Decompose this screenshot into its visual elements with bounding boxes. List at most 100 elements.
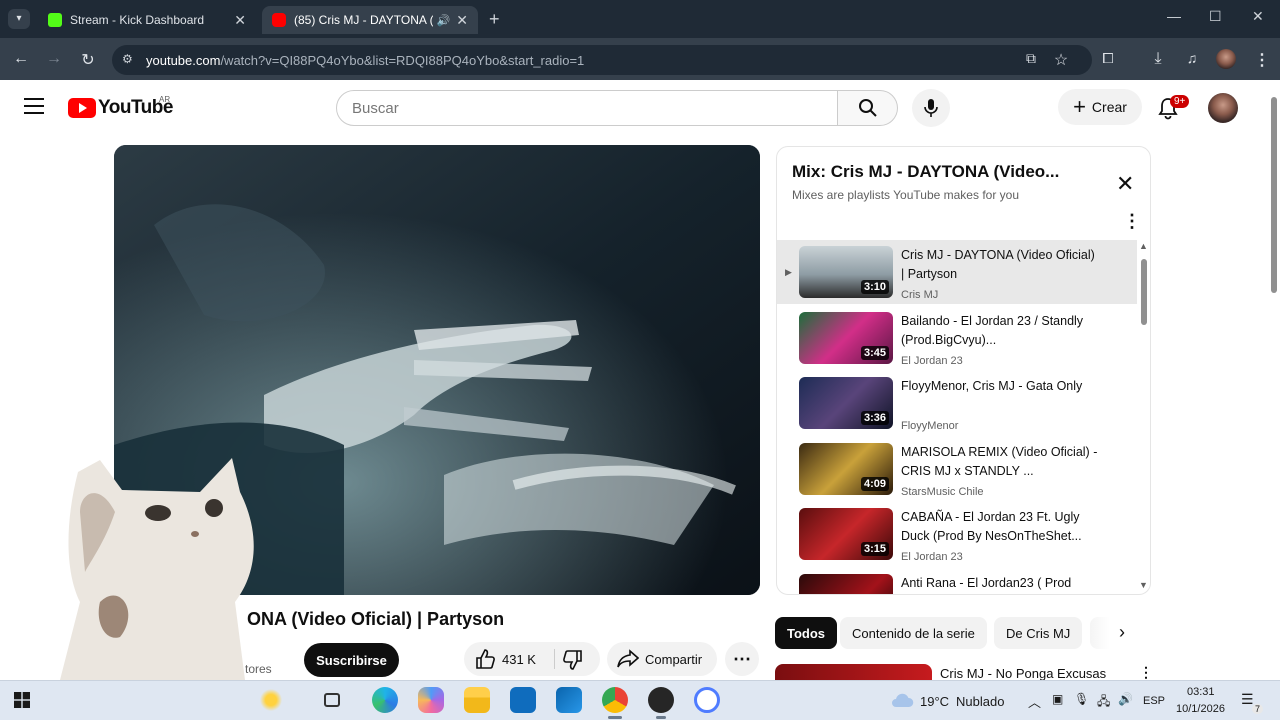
playlist-item-channel: FloyyMenor [901,420,959,432]
playlist-menu-icon[interactable]: ⋮ [1123,211,1141,232]
download-icon[interactable]: ⤓ [1148,50,1168,68]
account-avatar[interactable] [1208,93,1238,123]
hamburger-menu-icon[interactable] [24,98,44,119]
reload-icon[interactable]: ↻ [78,50,98,70]
video-thumbnail: 3:45 [799,312,893,364]
subscribe-button[interactable]: Suscribirse [304,643,399,677]
extensions-icon[interactable]: ⧠ [1098,50,1118,67]
thumbs-down-icon[interactable] [562,649,584,671]
media-control-icon[interactable]: ♫ [1182,50,1202,66]
close-icon[interactable]: ✕ [1116,171,1134,197]
windows-start-icon[interactable] [14,692,30,708]
playlist-scrollbar[interactable] [1141,259,1147,325]
back-icon[interactable]: ← [11,50,31,68]
share-button[interactable]: Compartir [607,642,717,676]
search-button[interactable] [838,90,898,126]
now-playing-icon: ▶ [785,267,792,277]
weather-description[interactable]: Nublado [956,694,1004,709]
address-bar[interactable]: ⚙ youtube.com/watch?v=QI88PQ4oYbo&list=R… [112,45,1092,75]
task-view-icon[interactable] [324,693,340,707]
playlist-item[interactable]: Anti Rana - El Jordan23 ( Prod [777,568,1137,594]
share-label: Compartir [645,651,703,667]
tab-title: (85) Cris MJ - DAYTONA (Vi [294,13,433,27]
minimize-button[interactable]: — [1167,8,1181,24]
input-language[interactable]: ESP [1143,695,1165,707]
close-icon[interactable]: ✕ [234,12,246,29]
create-label: Crear [1091,99,1127,115]
chip-series[interactable]: Contenido de la serie [840,617,987,649]
copilot-app-icon[interactable] [418,687,444,713]
playlist-items: ▶ 3:10 Cris MJ - DAYTONA (Video Oficial)… [777,240,1150,594]
more-actions-button[interactable]: ⋯ [725,642,759,676]
recommendation-title[interactable]: Cris MJ - No Ponga Excusas [940,666,1106,681]
video-thumbnail: 3:36 [799,377,893,429]
url-host: youtube.com [146,52,221,68]
notification-center-icon[interactable]: ☰ [1241,691,1254,708]
playlist-item[interactable]: 3:15 CABAÑA - El Jordan 23 Ft. Ugly Duck… [777,502,1137,566]
search-input[interactable]: Buscar [336,90,838,126]
install-app-icon[interactable]: ⧉ [1021,50,1041,67]
close-icon[interactable]: ✕ [456,12,468,29]
copilot-sparkle-icon[interactable] [258,687,284,713]
cat-overlay [60,458,254,680]
chip-todos[interactable]: Todos [775,617,838,649]
duration-badge: 4:09 [860,477,889,491]
speaker-icon[interactable]: 🔊 [437,14,451,27]
chevron-up-icon[interactable]: ︿ [1028,692,1041,711]
outlook-icon[interactable] [556,687,582,713]
recommendation-thumbnail[interactable] [775,664,932,680]
thumbs-up-icon[interactable] [474,648,496,670]
playlist-item[interactable]: ▶ 3:10 Cris MJ - DAYTONA (Video Oficial)… [777,240,1137,304]
monitor-icon[interactable]: ▣ [1052,692,1063,706]
cloud-icon [892,693,914,707]
playlist-item[interactable]: 4:09 MARISOLA REMIX (Video Oficial) - CR… [777,437,1137,501]
tab-search-button[interactable]: ▾ [8,9,30,29]
profile-avatar[interactable] [1216,49,1236,69]
chrome-icon[interactable] [602,687,628,713]
maximize-button[interactable]: ☐ [1209,8,1222,25]
volume-icon[interactable]: 🔊 [1118,692,1133,706]
site-info-icon[interactable]: ⚙ [122,52,133,66]
browser-menu-icon[interactable]: ⋮ [1252,50,1272,70]
video-thumbnail: 3:15 [799,508,893,560]
scrollbar-thumb[interactable] [1271,97,1277,293]
mix-playlist-panel: Mix: Cris MJ - DAYTONA (Video... Mixes a… [776,146,1151,595]
scroll-down-icon[interactable]: ▼ [1139,580,1148,590]
page-scrollbar[interactable] [1268,80,1280,680]
microphone-tray-icon[interactable]: 🎙 [1074,692,1089,706]
youtube-logo[interactable]: YouTube [68,97,173,119]
obs-running-indicator [656,716,666,719]
duration-badge: 3:45 [860,346,889,360]
clock-date[interactable]: 10/1/2026 [1176,703,1225,715]
tab-youtube[interactable]: (85) Cris MJ - DAYTONA (Vi 🔊 ✕ [262,6,478,34]
voice-search-button[interactable] [912,89,950,127]
playlist-item[interactable]: 3:45 Bailando - El Jordan 23 / Standly (… [777,306,1137,370]
new-tab-button[interactable]: + [489,9,500,30]
notification-badge: 9+ [1170,95,1190,108]
obs-icon[interactable] [648,687,674,713]
close-window-button[interactable]: ✕ [1252,8,1264,25]
app-icon[interactable] [694,687,720,713]
forward-icon[interactable]: → [44,50,64,68]
chevron-right-icon[interactable]: › [1119,622,1125,643]
file-explorer-icon[interactable] [464,687,490,713]
microsoft-store-icon[interactable] [510,687,536,713]
edge-icon[interactable] [372,687,398,713]
like-count[interactable]: 431 K [502,652,536,667]
tab-kick-dashboard[interactable]: Stream - Kick Dashboard ✕ [38,6,256,34]
scroll-up-icon[interactable]: ▲ [1139,241,1148,251]
playlist-title[interactable]: Mix: Cris MJ - DAYTONA (Video... [792,162,1059,182]
chip-from-artist[interactable]: De Cris MJ [994,617,1083,649]
playlist-item[interactable]: 3:36 FloyyMenor, Cris MJ - Gata Only Flo… [777,371,1137,435]
clock-time[interactable]: 03:31 [1187,686,1215,698]
network-icon[interactable]: 🖧 [1097,692,1110,713]
playlist-item-channel: El Jordan 23 [901,551,963,563]
weather-temperature[interactable]: 19°C [920,694,949,709]
create-button[interactable]: + Crear [1058,89,1142,125]
kick-favicon-icon [48,13,62,27]
playlist-item-title: FloyyMenor, Cris MJ - Gata Only [901,379,1083,393]
recommendation-menu-icon[interactable]: ⋮ [1139,664,1153,681]
tab-title: Stream - Kick Dashboard [70,13,205,27]
url-path: /watch?v=QI88PQ4oYbo&list=RDQI88PQ4oYbo&… [220,52,585,68]
bookmark-star-icon[interactable]: ☆ [1051,50,1071,70]
